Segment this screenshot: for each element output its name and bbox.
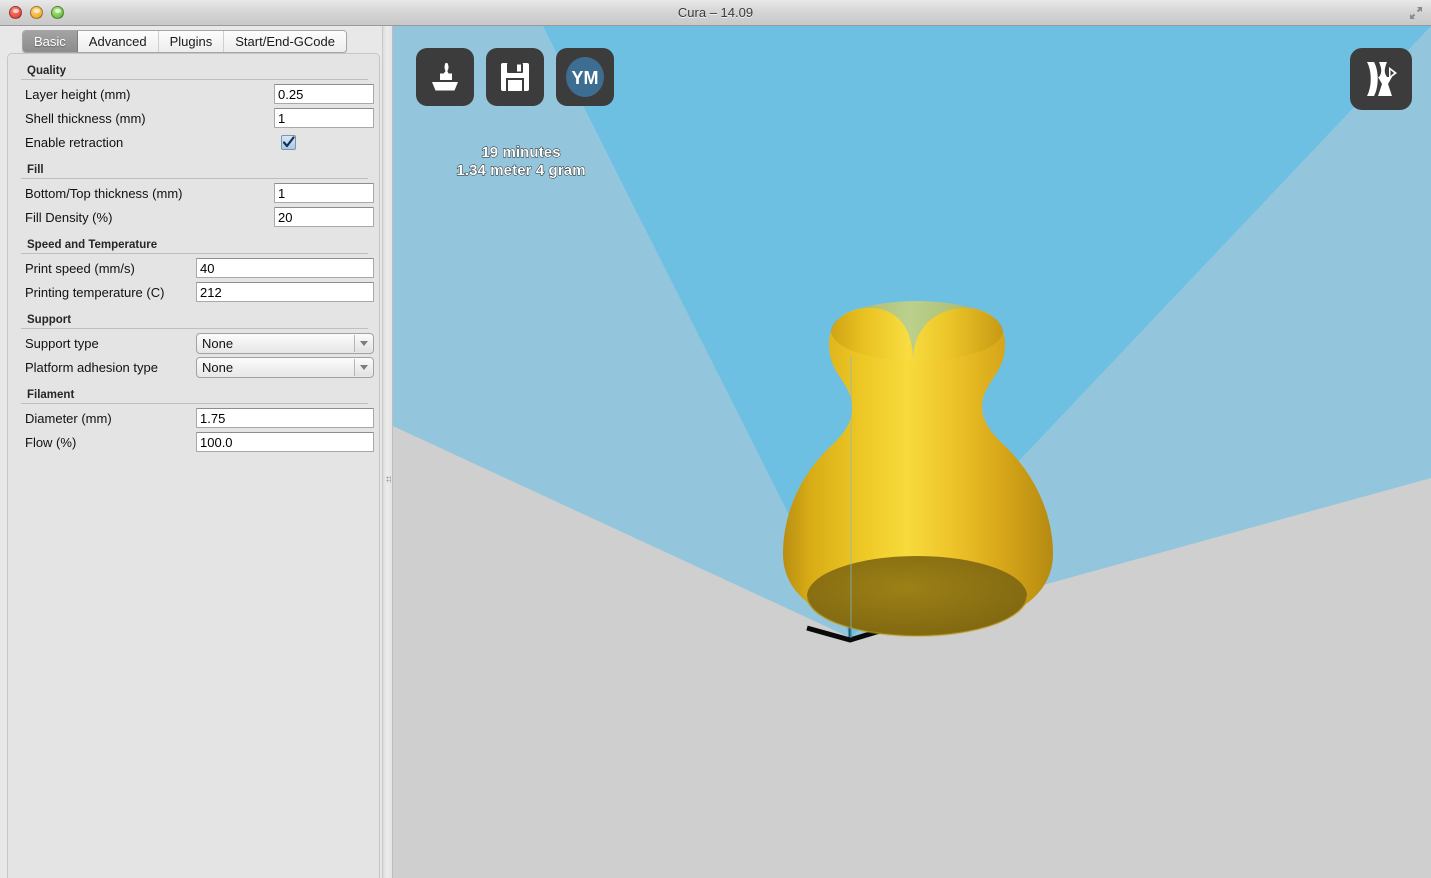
setting-label-shell-thickness: Shell thickness (mm) [25,110,146,126]
maximize-button[interactable] [51,6,64,19]
3d-viewport[interactable]: YM 19 minutes 1.34 meter 4 gram [393,26,1431,878]
setting-row-bottom-top-thickness: Bottom/Top thickness (mm) [15,182,374,204]
platform-adhesion-type-select[interactable]: None [196,356,374,378]
setting-control-fill-density [274,207,374,227]
setting-row-platform-adhesion-type: Platform adhesion type None [15,356,374,378]
tab-bar: Basic Advanced Plugins Start/End-GCode [22,30,347,53]
setting-row-filament-diameter: Diameter (mm) [15,407,374,429]
viewport-toolbar: YM [416,48,614,106]
setting-control-support-type: None [196,332,374,354]
tab-plugins[interactable]: Plugins [158,31,225,52]
setting-label-filament-flow: Flow (%) [25,434,77,450]
shell-thickness-input[interactable] [274,108,374,128]
print-speed-input[interactable] [196,258,374,278]
setting-label-filament-diameter: Diameter (mm) [25,410,112,426]
setting-label-platform-adhesion-type: Platform adhesion type [25,359,158,375]
group-divider [21,328,368,329]
platform-adhesion-type-selected-value: None [202,359,234,375]
chevron-down-icon[interactable] [354,358,372,376]
youmagine-label: YM [572,68,599,88]
title-bar: Cura – 14.09 [0,0,1431,26]
bottom-top-thickness-input[interactable] [274,183,374,203]
group-divider [21,253,368,254]
chevron-down-icon[interactable] [354,334,372,352]
cura-window: Cura – 14.09 Basic Advanced Plugins Start/E… [0,0,1431,878]
setting-label-layer-height: Layer height (mm) [25,86,131,102]
support-type-select[interactable]: None [196,332,374,354]
setting-row-support-type: Support type None [15,332,374,354]
print-material: 1.34 meter 4 gram [456,162,586,180]
setting-row-print-speed: Print speed (mm/s) [15,257,374,279]
setting-label-support-type: Support type [25,335,99,351]
fill-density-input[interactable] [274,207,374,227]
filament-flow-input[interactable] [196,432,374,452]
tab-basic[interactable]: Basic [23,31,78,52]
tab-advanced[interactable]: Advanced [77,31,159,52]
setting-control-bottom-top-thickness [274,183,374,203]
setting-control-layer-height [274,84,374,104]
group-header-quality: Quality [27,65,66,77]
group-divider [21,178,368,179]
layer-height-input[interactable] [274,84,374,104]
print-time: 19 minutes [481,144,561,162]
setting-label-printing-temperature: Printing temperature (C) [25,284,165,300]
window-controls [9,6,64,19]
load-model-icon[interactable] [416,48,474,106]
setting-row-printing-temperature: Printing temperature (C) [15,281,374,303]
setting-label-bottom-top-thickness: Bottom/Top thickness (mm) [25,185,183,201]
setting-control-enable-retraction [281,134,296,150]
settings-pane: Basic Advanced Plugins Start/End-GCode Qual… [0,26,390,878]
setting-label-enable-retraction: Enable retraction [25,134,124,150]
setting-control-print-speed [196,258,374,278]
filament-diameter-input[interactable] [196,408,374,428]
normal-view-icon[interactable] [1350,48,1412,110]
setting-control-shell-thickness [274,108,374,128]
minimize-button[interactable] [30,6,43,19]
print-info-overlay: 19 minutes 1.34 meter 4 gram [416,144,626,180]
settings-box: Quality Layer height (mm) Shell thickness … [7,53,380,878]
group-header-filament: Filament [27,389,75,401]
setting-control-printing-temperature [196,282,374,302]
setting-row-layer-height: Layer height (mm) [15,83,374,105]
youmagine-share-icon[interactable]: YM [556,48,614,106]
setting-control-filament-flow [196,432,374,452]
printing-temperature-input[interactable] [196,282,374,302]
splitter-grip[interactable] [386,476,391,483]
save-toolpath-icon[interactable] [486,48,544,106]
expand-arrows-icon[interactable] [1407,4,1425,22]
group-divider [21,403,368,404]
group-divider [21,79,368,80]
setting-row-enable-retraction: Enable retraction [15,131,374,153]
group-header-fill: Fill [27,164,44,176]
setting-row-filament-flow: Flow (%) [15,431,374,453]
setting-control-platform-adhesion-type: None [196,356,374,378]
close-button[interactable] [9,6,22,19]
setting-row-fill-density: Fill Density (%) [15,206,374,228]
group-header-speed-and-temperature: Speed and Temperature [27,239,158,251]
setting-label-print-speed: Print speed (mm/s) [25,260,135,276]
settings-list: Quality Layer height (mm) Shell thickness … [8,54,381,455]
tab-start-end-gcode[interactable]: Start/End-GCode [224,31,346,52]
window-title: Cura – 14.09 [677,5,754,20]
setting-label-fill-density: Fill Density (%) [25,209,113,225]
enable-retraction-checkbox[interactable] [281,134,296,150]
group-header-support: Support [27,314,72,326]
setting-control-filament-diameter [196,408,374,428]
pane-splitter[interactable] [382,26,393,878]
support-type-selected-value: None [202,335,234,351]
setting-row-shell-thickness: Shell thickness (mm) [15,107,374,129]
